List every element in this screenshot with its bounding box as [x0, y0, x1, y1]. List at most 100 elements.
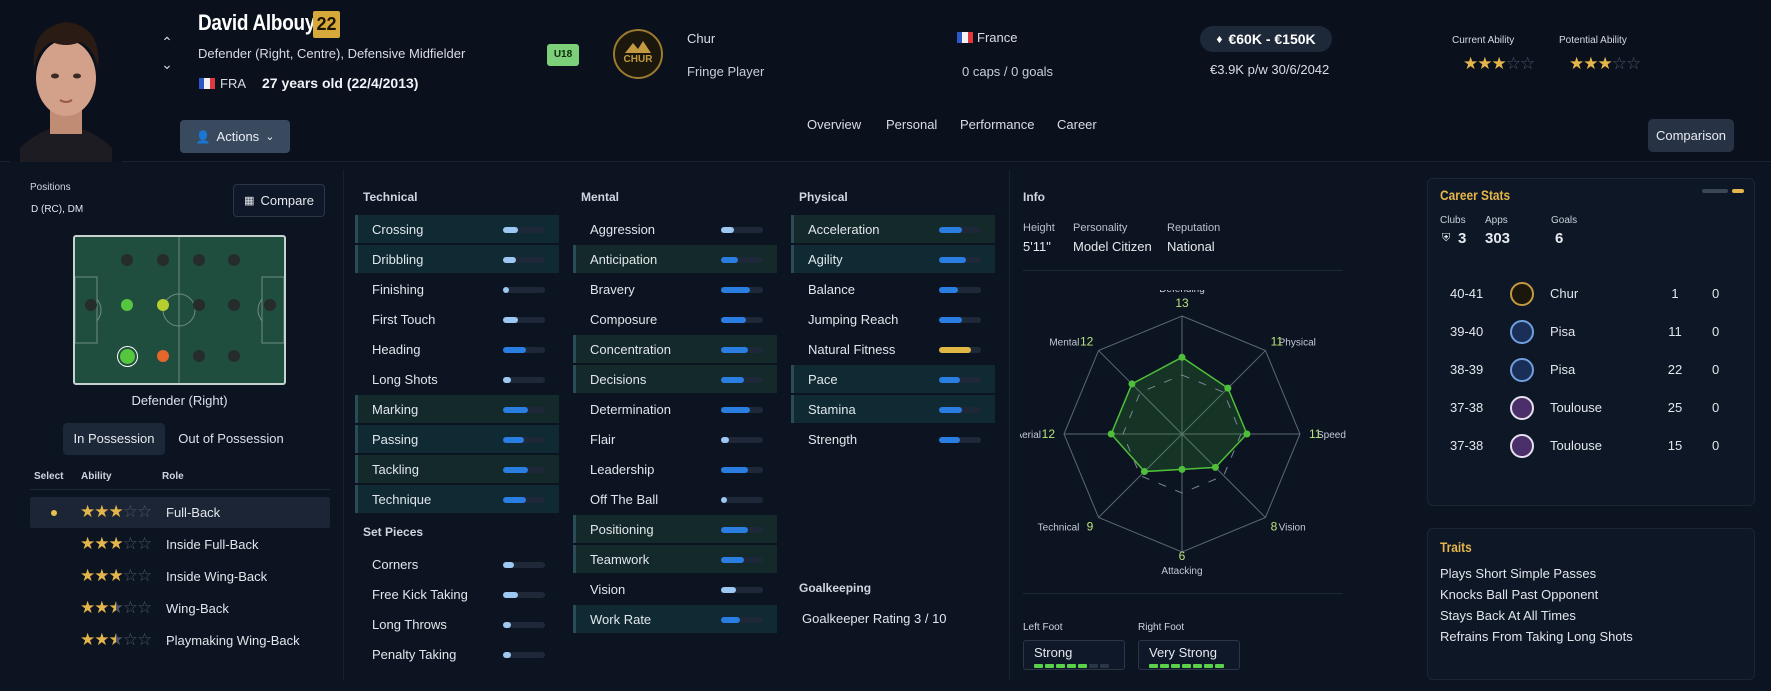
compare-button[interactable]: ▦ Compare [233, 184, 325, 217]
attribute-row[interactable]: Aggression [573, 215, 777, 243]
attribute-row[interactable]: Long Shots [355, 365, 559, 393]
attribute-row[interactable]: Free Kick Taking [355, 580, 559, 608]
attribute-row[interactable]: Acceleration [791, 215, 995, 243]
attribute-row[interactable]: Determination [573, 395, 777, 423]
pitch-position-dot[interactable] [121, 254, 133, 266]
attribute-row[interactable]: Heading [355, 335, 559, 363]
pitch-position-dot-unconvincing[interactable] [157, 350, 169, 362]
career-club-name[interactable]: Toulouse [1550, 400, 1602, 415]
attribute-row[interactable]: Balance [791, 275, 995, 303]
position-pitch[interactable] [73, 235, 286, 385]
career-row[interactable]: 38-39 Pisa 22 0 [1428, 351, 1728, 389]
previous-player-arrow-icon[interactable]: ⌃ [158, 34, 176, 51]
attribute-row[interactable]: Anticipation [573, 245, 777, 273]
technical-title: Technical [363, 190, 418, 204]
attribute-bar-fill [939, 287, 958, 293]
attribute-row[interactable]: Passing [355, 425, 559, 453]
attribute-row[interactable]: Corners [355, 550, 559, 578]
career-apps: 25 [1667, 400, 1683, 415]
foot-strength-segment [1149, 664, 1158, 668]
pitch-position-dot[interactable] [193, 254, 205, 266]
pitch-position-dot[interactable] [157, 254, 169, 266]
attribute-bar-fill [939, 377, 960, 383]
career-row[interactable]: 37-38 Toulouse 25 0 [1428, 389, 1728, 427]
role-row[interactable]: ★★★☆☆ Playmaking Wing-Back [30, 625, 330, 656]
career-club-name[interactable]: Chur [1550, 286, 1578, 301]
attribute-row[interactable]: Tackling [355, 455, 559, 483]
star-empty-icon: ☆ [122, 534, 138, 553]
pitch-position-dot[interactable] [228, 299, 240, 311]
attribute-row[interactable]: Agility [791, 245, 995, 273]
attribute-name: Heading [372, 342, 421, 357]
attribute-row[interactable]: Bravery [573, 275, 777, 303]
attribute-bar-fill [503, 652, 511, 658]
comparison-button[interactable]: Comparison [1648, 119, 1734, 152]
attribute-row[interactable]: Stamina [791, 395, 995, 423]
role-row[interactable]: ★★★☆☆ Wing-Back [30, 593, 330, 624]
attribute-name: Agility [808, 252, 843, 267]
attribute-row[interactable]: Teamwork [573, 545, 777, 573]
goalkeeping-title: Goalkeeping [799, 581, 872, 595]
attribute-row[interactable]: Flair [573, 425, 777, 453]
attribute-row[interactable]: Penalty Taking [355, 640, 559, 668]
attribute-row[interactable]: Natural Fitness [791, 335, 995, 363]
tab-personal[interactable]: Personal [886, 117, 937, 132]
pitch-position-dot[interactable] [228, 350, 240, 362]
attribute-row[interactable]: Off The Ball [573, 485, 777, 513]
pitch-position-dot-accomplished[interactable] [157, 299, 169, 311]
next-player-arrow-icon[interactable]: ⌄ [158, 56, 176, 73]
attribute-row[interactable]: Positioning [573, 515, 777, 543]
pitch-position-dot-natural[interactable] [121, 299, 133, 311]
attribute-row[interactable]: Leadership [573, 455, 777, 483]
career-club-name[interactable]: Toulouse [1550, 438, 1602, 453]
carousel-indicator[interactable] [1702, 189, 1728, 193]
physical-title: Physical [799, 190, 848, 204]
tab-overview[interactable]: Overview [807, 117, 861, 132]
attribute-row[interactable]: Pace [791, 365, 995, 393]
pitch-position-dot-selected[interactable] [120, 349, 135, 364]
carousel-indicator-active[interactable] [1732, 189, 1744, 193]
attribute-row[interactable]: First Touch [355, 305, 559, 333]
attribute-name: Leadership [590, 462, 655, 477]
career-club-name[interactable]: Pisa [1550, 362, 1575, 377]
club-name[interactable]: Chur [687, 31, 715, 46]
attribute-row[interactable]: Crossing [355, 215, 559, 243]
current-ability-stars: ★★★☆☆ [1463, 54, 1535, 73]
attribute-row[interactable]: Dribbling [355, 245, 559, 273]
tab-out-of-possession[interactable]: Out of Possession [166, 423, 296, 455]
attribute-row[interactable]: Work Rate [573, 605, 777, 633]
tab-career[interactable]: Career [1057, 117, 1097, 132]
role-row[interactable]: ★★★☆☆ Inside Full-Back [30, 529, 330, 560]
role-row[interactable]: ★★★☆☆ Inside Wing-Back [30, 561, 330, 592]
club-crest-icon [1510, 434, 1534, 458]
career-club-name[interactable]: Pisa [1550, 324, 1575, 339]
attribute-row[interactable]: Decisions [573, 365, 777, 393]
person-icon: 👤 [195, 129, 211, 144]
tab-performance[interactable]: Performance [960, 117, 1034, 132]
attribute-row[interactable]: Strength [791, 425, 995, 453]
attribute-row[interactable]: Marking [355, 395, 559, 423]
career-row[interactable]: 37-38 Toulouse 15 0 [1428, 427, 1728, 465]
attribute-row[interactable]: Technique [355, 485, 559, 513]
left-foot-value: Strong [1034, 645, 1073, 660]
attribute-row[interactable]: Jumping Reach [791, 305, 995, 333]
attribute-row[interactable]: Long Throws [355, 610, 559, 638]
career-row[interactable]: 40-41 Chur 1 0 [1428, 275, 1728, 313]
role-row[interactable]: ★★★☆☆ Full-Back [30, 497, 330, 528]
attribute-row[interactable]: Concentration [573, 335, 777, 363]
pitch-position-dot[interactable] [264, 299, 276, 311]
role-name: Full-Back [166, 505, 221, 520]
club-crest[interactable]: CHUR [613, 29, 663, 79]
attribute-row[interactable]: Composure [573, 305, 777, 333]
career-row[interactable]: 39-40 Pisa 11 0 [1428, 313, 1728, 351]
attribute-row[interactable]: Finishing [355, 275, 559, 303]
pitch-position-dot[interactable] [228, 254, 240, 266]
foot-strength-segment [1056, 664, 1065, 668]
attribute-row[interactable]: Vision [573, 575, 777, 603]
tab-in-possession[interactable]: In Possession [63, 423, 165, 455]
pitch-position-dot[interactable] [193, 299, 205, 311]
actions-button[interactable]: 👤 Actions ⌄ [180, 120, 290, 153]
pitch-position-dot[interactable] [85, 299, 97, 311]
star-empty-icon: ☆ [122, 502, 138, 521]
pitch-position-dot[interactable] [193, 350, 205, 362]
